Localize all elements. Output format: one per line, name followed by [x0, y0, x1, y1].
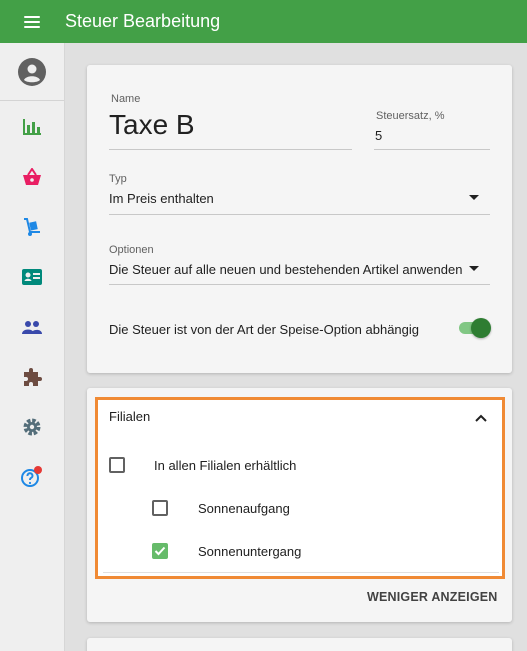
menu-button[interactable]: [0, 0, 64, 43]
sidebar-item-help[interactable]: [0, 462, 64, 492]
basket-icon: [23, 168, 41, 185]
sidebar: [0, 43, 65, 651]
type-label: Typ: [109, 173, 127, 185]
options-dropdown-icon[interactable]: [469, 266, 479, 271]
branch-label-sunset: Sonnenuntergang: [198, 544, 302, 559]
options-select[interactable]: Die Steuer auf alle neuen und bestehende…: [109, 262, 462, 277]
id-card-icon: [22, 269, 42, 285]
type-dropdown-icon[interactable]: [469, 195, 479, 200]
branches-panel: Filialen In allen Filialen erhältlich So…: [95, 397, 505, 579]
chevron-up-icon[interactable]: [474, 411, 488, 425]
rate-input[interactable]: 5: [375, 128, 382, 143]
hand-truck-icon: [24, 218, 40, 236]
sidebar-item-reports[interactable]: [0, 112, 64, 142]
toggle-label: Die Steuer ist von der Art der Speise-Op…: [109, 322, 420, 337]
name-input[interactable]: Taxe B: [109, 109, 195, 141]
show-less-button[interactable]: WENIGER ANZEIGEN: [367, 590, 498, 604]
tax-details-card: Name Taxe B Steuersatz, % 5 Typ Im Preis…: [87, 65, 512, 373]
sidebar-item-delivery[interactable]: [0, 212, 64, 242]
gear-icon: [23, 418, 41, 436]
check-icon: [154, 546, 166, 556]
dependency-toggle[interactable]: [457, 318, 491, 338]
name-label: Name: [111, 93, 141, 105]
branch-checkbox-sunrise[interactable]: [152, 500, 168, 516]
options-underline: [109, 284, 490, 285]
type-select[interactable]: Im Preis enthalten: [109, 191, 214, 206]
options-label: Optionen: [109, 244, 154, 256]
puzzle-icon: [24, 368, 42, 386]
avatar-icon: [18, 57, 46, 86]
help-icon: [21, 466, 42, 487]
branch-checkbox-sunset[interactable]: [152, 543, 168, 559]
page-title: Steuer Bearbeitung: [65, 11, 221, 31]
panel-divider: [103, 572, 499, 573]
app-bar: Steuer Bearbeitung: [0, 0, 527, 43]
branch-label-sunrise: Sonnenaufgang: [198, 501, 290, 516]
branches-title: Filialen: [109, 409, 151, 424]
people-icon: [22, 321, 42, 334]
next-card: [87, 638, 512, 651]
rate-underline: [374, 149, 490, 150]
hamburger-icon: [24, 15, 40, 28]
sidebar-item-users[interactable]: [0, 312, 64, 342]
rate-label: Steuersatz, %: [376, 110, 445, 122]
name-underline: [109, 149, 352, 150]
sidebar-avatar[interactable]: [0, 43, 64, 101]
type-underline: [109, 214, 490, 215]
toggle-thumb: [471, 318, 491, 338]
sidebar-item-contacts[interactable]: [0, 262, 64, 292]
all-branches-label: In allen Filialen erhältlich: [154, 458, 297, 473]
sidebar-item-extensions[interactable]: [0, 362, 64, 392]
all-branches-checkbox[interactable]: [109, 457, 125, 473]
sidebar-item-sales[interactable]: [0, 162, 64, 192]
bar-chart-icon: [23, 119, 41, 135]
sidebar-item-settings[interactable]: [0, 412, 64, 442]
